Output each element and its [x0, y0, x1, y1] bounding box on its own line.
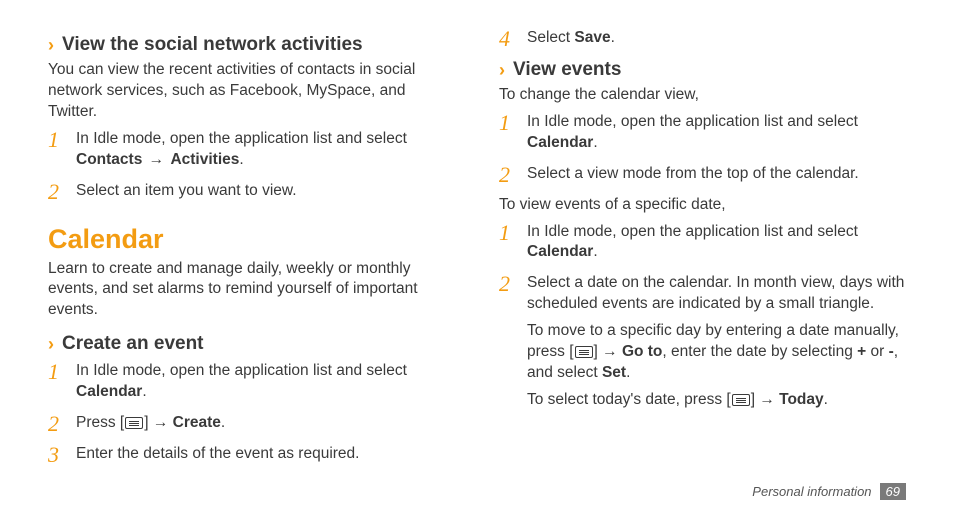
step-subtext: To select today's date, press [] → Today…	[527, 390, 906, 411]
chevron-right-icon: ›	[48, 36, 54, 54]
subhead-title: Create an event	[62, 333, 204, 355]
step-number: 1	[499, 218, 510, 248]
step-item: 3 Enter the details of the event as requ…	[48, 444, 455, 465]
step-text: Select a view mode from the top of the c…	[527, 165, 859, 182]
step-item: 1 In Idle mode, open the application lis…	[48, 129, 455, 171]
create-event-steps: 1 In Idle mode, open the application lis…	[48, 361, 455, 465]
step-text: Press [] → Create.	[76, 414, 225, 431]
step-text: Select Save.	[527, 29, 615, 46]
step-number: 2	[48, 177, 59, 207]
calendar-intro: Learn to create and manage daily, weekly…	[48, 259, 455, 322]
calendar-heading: Calendar	[48, 224, 455, 255]
step-item: 2 Select a view mode from the top of the…	[499, 164, 906, 185]
step-item: 2 Select an item you want to view.	[48, 181, 455, 202]
view-events-steps-a: 1 In Idle mode, open the application lis…	[499, 112, 906, 185]
step-number: 1	[499, 108, 510, 138]
step-item: 1 In Idle mode, open the application lis…	[499, 112, 906, 154]
step-text: In Idle mode, open the application list …	[527, 113, 858, 151]
chevron-right-icon: ›	[499, 61, 505, 79]
view-events-intro1: To change the calendar view,	[499, 85, 906, 106]
create-event-steps-cont: 4 Select Save.	[499, 28, 906, 49]
left-column: › View the social network activities You…	[48, 28, 455, 475]
subhead-create-event: › Create an event	[48, 333, 455, 355]
step-item: 2 Press [] → Create.	[48, 413, 455, 434]
right-column: 4 Select Save. › View events To change t…	[499, 28, 906, 475]
step-item: 1 In Idle mode, open the application lis…	[48, 361, 455, 403]
chevron-right-icon: ›	[48, 335, 54, 353]
social-steps: 1 In Idle mode, open the application lis…	[48, 129, 455, 202]
menu-icon	[732, 394, 750, 406]
page-columns: › View the social network activities You…	[48, 28, 906, 475]
menu-icon	[575, 346, 593, 358]
step-number: 2	[499, 160, 510, 190]
step-text: In Idle mode, open the application list …	[76, 130, 407, 168]
view-events-steps-b: 1 In Idle mode, open the application lis…	[499, 222, 906, 411]
footer-section: Personal information	[752, 484, 871, 499]
view-events-intro2: To view events of a specific date,	[499, 195, 906, 216]
step-text: Select a date on the calendar. In month …	[527, 274, 906, 411]
subhead-view-events: › View events	[499, 59, 906, 81]
step-number: 2	[499, 269, 510, 299]
step-item: 2 Select a date on the calendar. In mont…	[499, 273, 906, 411]
step-number: 3	[48, 440, 59, 470]
subhead-social-activities: › View the social network activities	[48, 34, 455, 56]
page-number: 69	[880, 483, 906, 500]
step-text: Enter the details of the event as requir…	[76, 445, 359, 462]
step-number: 4	[499, 24, 510, 54]
subhead-title: View events	[513, 59, 621, 81]
menu-icon	[125, 417, 143, 429]
step-text: Select an item you want to view.	[76, 182, 297, 199]
page-footer: Personal information 69	[752, 483, 906, 500]
step-item: 4 Select Save.	[499, 28, 906, 49]
social-intro: You can view the recent activities of co…	[48, 60, 455, 123]
subhead-title: View the social network activities	[62, 34, 363, 56]
step-item: 1 In Idle mode, open the application lis…	[499, 222, 906, 264]
step-number: 1	[48, 357, 59, 387]
step-text: In Idle mode, open the application list …	[527, 223, 858, 261]
step-number: 1	[48, 125, 59, 155]
step-text: In Idle mode, open the application list …	[76, 362, 407, 400]
step-subtext: To move to a specific day by entering a …	[527, 321, 906, 384]
step-number: 2	[48, 409, 59, 439]
